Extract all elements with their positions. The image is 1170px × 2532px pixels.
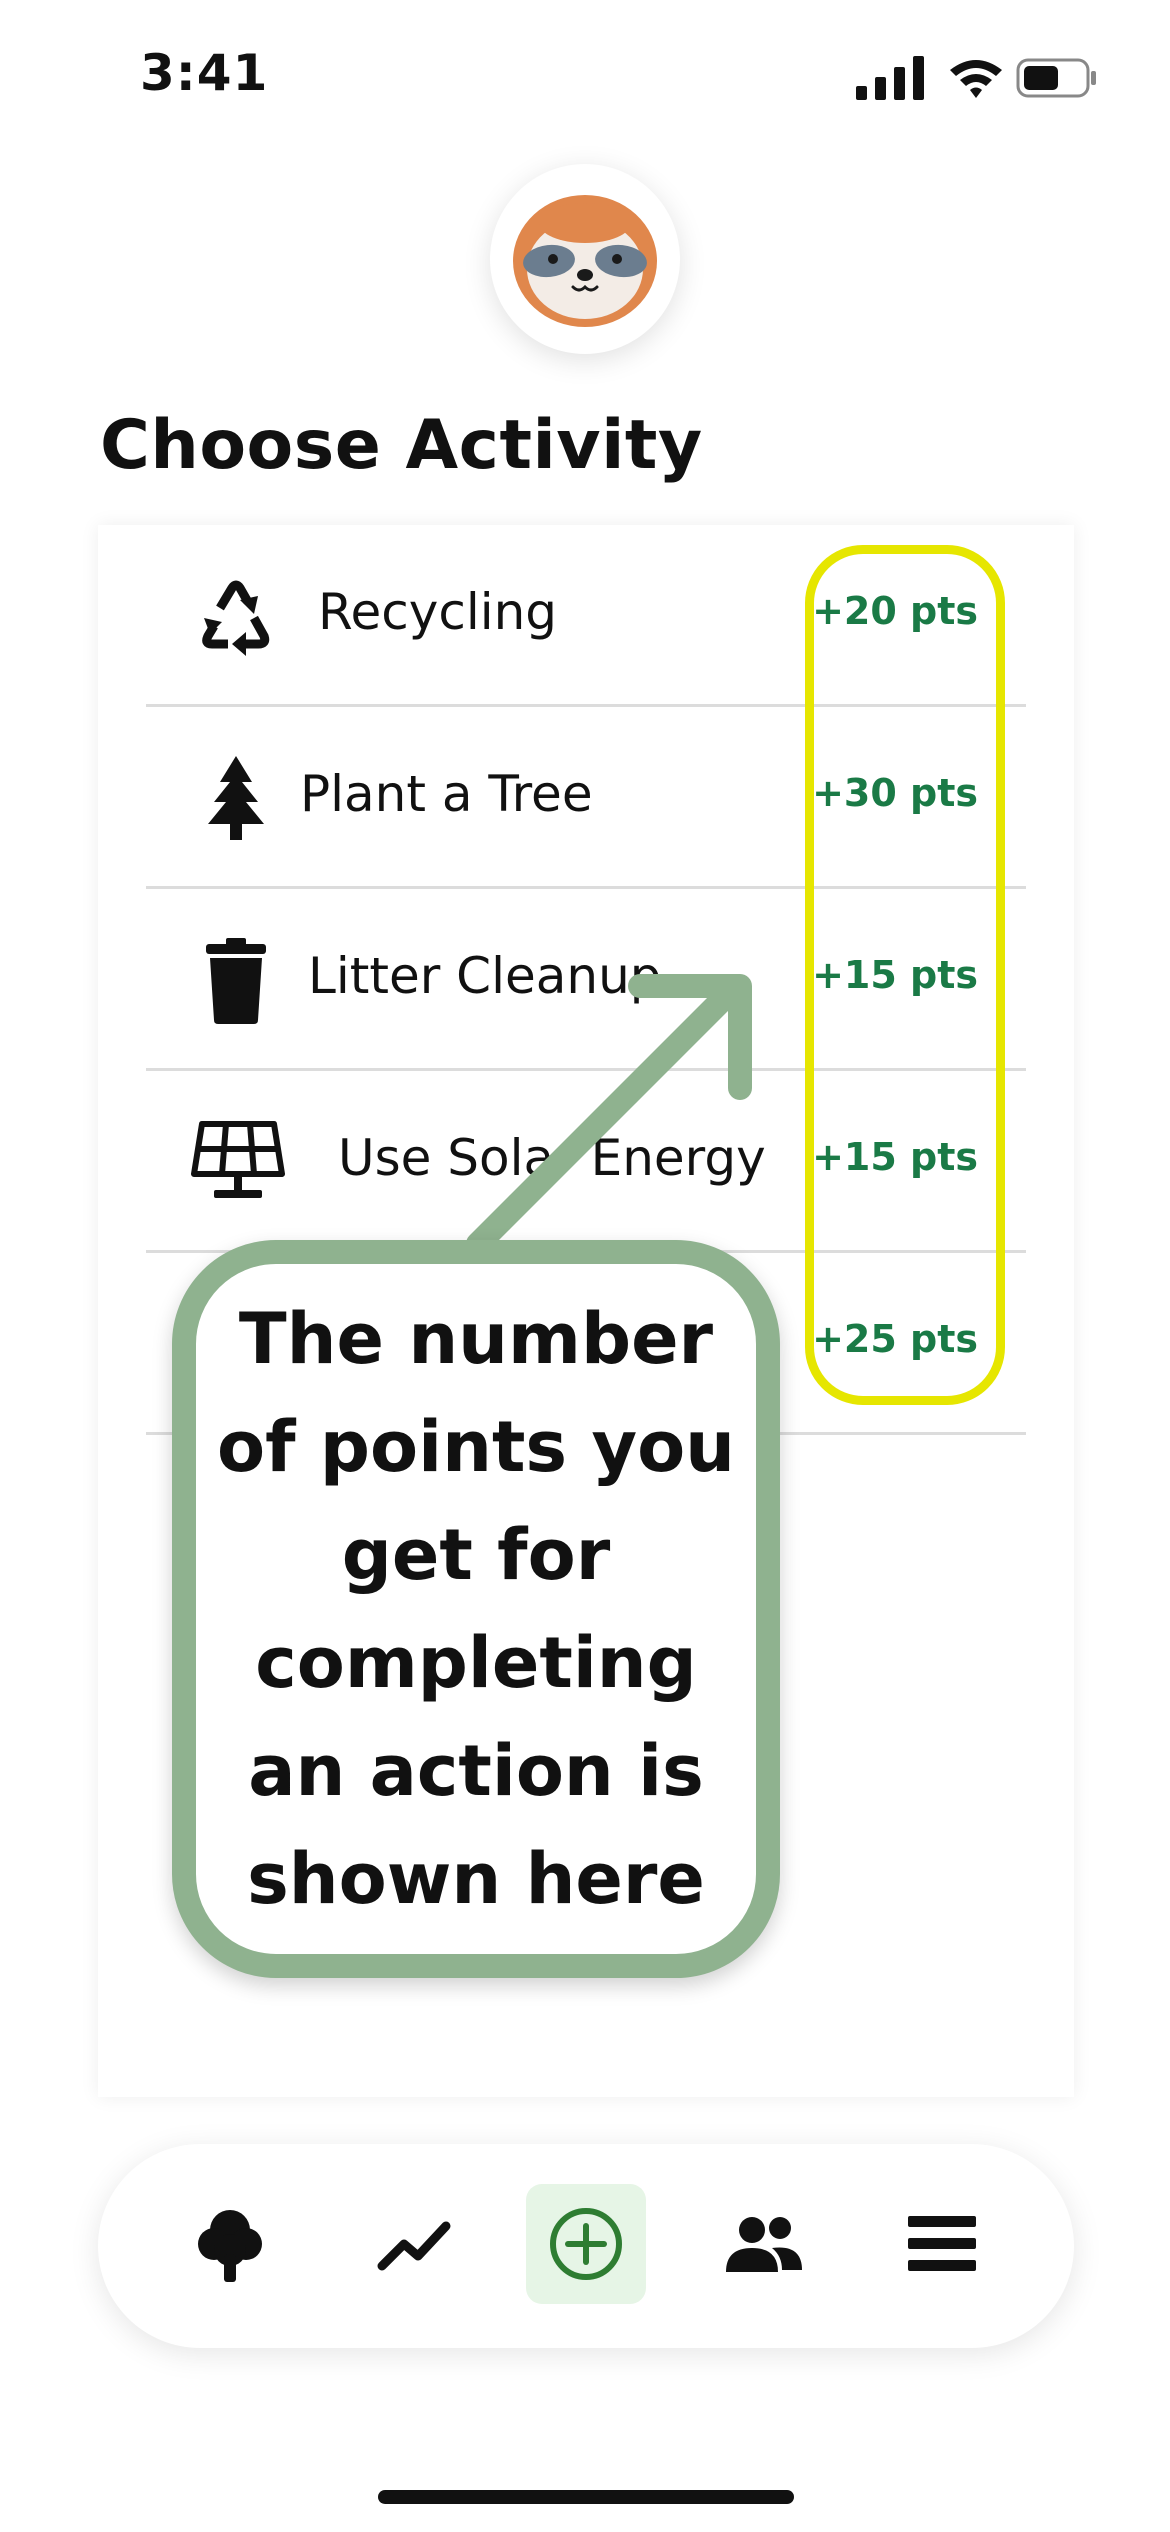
- nav-item-menu[interactable]: [882, 2184, 1002, 2304]
- callout-text: The number of points you get for complet…: [217, 1298, 735, 1920]
- callout-arrow-icon: [466, 974, 752, 1256]
- nav-item-progress[interactable]: [354, 2184, 474, 2304]
- nav-item-garden[interactable]: [170, 2184, 290, 2304]
- callout-box: The number of points you get for complet…: [172, 1240, 780, 1978]
- home-indicator: [378, 2490, 794, 2504]
- menu-icon: [908, 2216, 976, 2271]
- bottom-nav: [98, 2144, 1074, 2348]
- nav-item-add-activity[interactable]: [526, 2184, 646, 2304]
- nav-item-community[interactable]: [702, 2184, 822, 2304]
- trend-icon: [377, 2221, 451, 2271]
- add-circle-icon: [550, 2208, 622, 2280]
- group-icon: [726, 2217, 802, 2272]
- screen: 3:41 Choose Activity Recycling +20 pts P…: [0, 0, 1170, 2532]
- tree-icon: [198, 2210, 262, 2282]
